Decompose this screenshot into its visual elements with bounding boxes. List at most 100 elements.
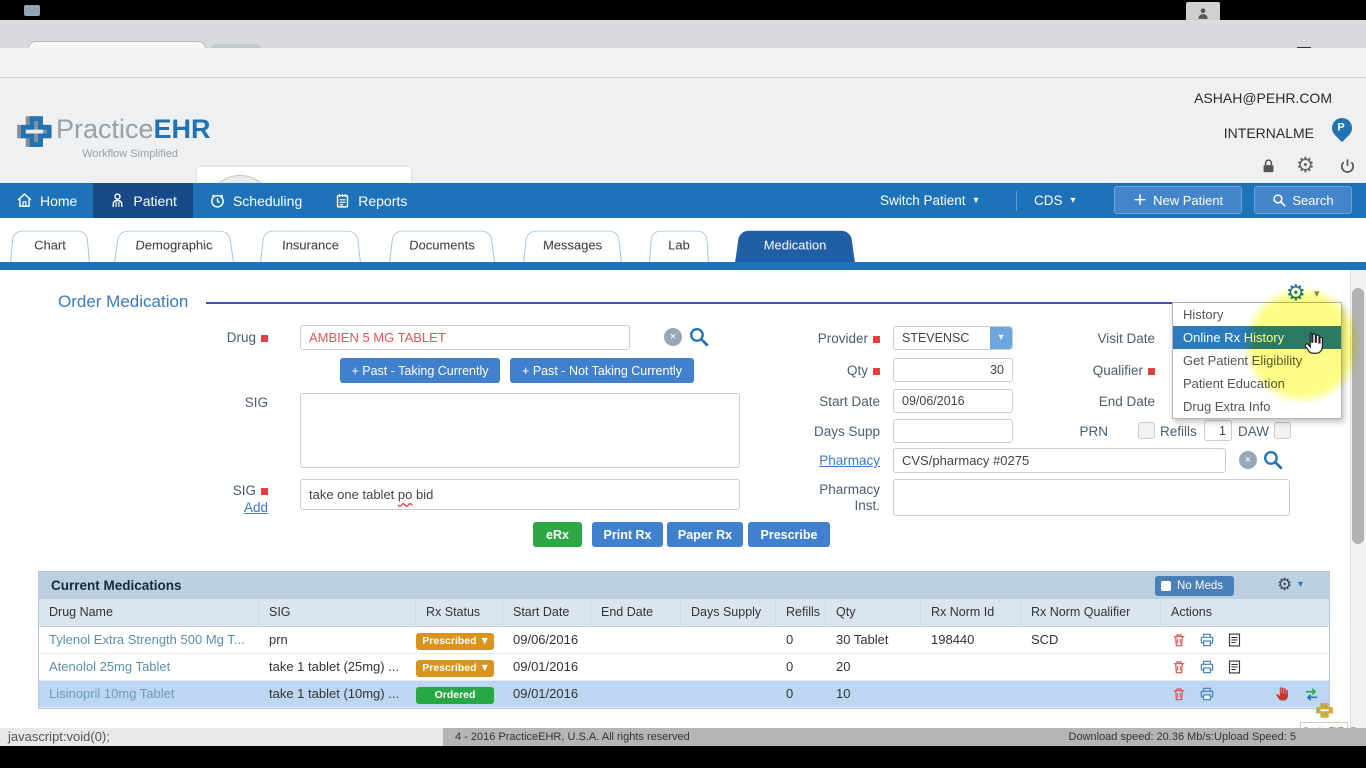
screen: PraticeEHR™ × × https://demo.practiceehr… [0,0,1366,768]
sig-add-link[interactable]: Add [180,500,268,515]
days-supp-input[interactable] [893,419,1013,443]
current-medications-panel: Current Medications No Meds ⚙ ▾ Drug Nam… [38,571,1330,709]
prn-label: PRN [1078,424,1108,439]
status-badge[interactable]: Prescribed▼ [416,660,494,677]
medications-header-row: Drug NameSIG Rx StatusStart Date End Dat… [39,599,1329,627]
tab-insurance[interactable]: Insurance [260,231,361,263]
caret-down-icon: ▼ [482,628,488,653]
medication-row[interactable]: Atenolol 25mg Tablet take 1 tablet (25mg… [39,654,1329,681]
menu-item-patient-education[interactable]: Patient Education [1173,372,1341,395]
settings-gear-icon[interactable]: ⚙ [1296,153,1315,177]
drug-name-link[interactable]: Lisinopril 10mg Tablet [39,681,259,707]
drug-name-link[interactable]: Atenolol 25mg Tablet [39,654,259,680]
medications-gear-caret-icon[interactable]: ▾ [1298,579,1303,590]
switch-patient-menu[interactable]: Switch Patient▾ [880,183,979,218]
new-patient-button[interactable]: +New Patient [1114,186,1242,214]
medication-row-selected[interactable]: Lisinopril 10mg Tablet take 1 tablet (10… [39,681,1329,708]
daw-checkbox[interactable] [1274,422,1291,439]
sig-add-label: SIG [180,483,268,498]
medications-gear-icon[interactable]: ⚙ [1277,575,1292,595]
erx-doc-icon[interactable] [1227,632,1242,648]
practice-name: INTERNALME [1224,125,1314,141]
stop-hand-icon[interactable] [1273,685,1291,703]
erx-doc-icon[interactable] [1227,659,1242,675]
status-badge[interactable]: Ordered [416,687,494,704]
rx-gear-caret-icon[interactable]: ▾ [1314,287,1320,300]
pharmacy-clear-icon[interactable]: × [1239,451,1257,469]
drug-input[interactable] [300,325,630,350]
drug-label: Drug [180,330,268,345]
drug-name-link[interactable]: Tylenol Extra Strength 500 Mg T... [39,627,259,653]
tab-documents[interactable]: Documents [389,231,495,263]
pharmacy-inst-label: PharmacyInst. [790,482,880,514]
browser-tabstrip: PraticeEHR™ × × [0,20,1366,48]
scrollbar-thumb[interactable] [1352,288,1364,544]
print-icon[interactable] [1199,659,1215,675]
visit-date-label: Visit Date [1060,331,1155,346]
tab-lab[interactable]: Lab [649,231,709,263]
past-not-taking-button[interactable]: + Past - Not Taking Currently [510,358,694,383]
browser-urlbar: https://demo.practiceehr.com/iehr/Defaul… [0,48,1366,78]
tab-messages[interactable]: Messages [523,231,622,263]
past-taking-button[interactable]: + Past - Taking Currently [340,358,500,383]
status-badge[interactable]: Prescribed▼ [416,633,494,650]
print-rx-button[interactable]: Print Rx [592,522,663,547]
menu-item-drug-extra-info[interactable]: Drug Extra Info [1173,395,1341,418]
rx-gear-icon[interactable]: ⚙ [1286,281,1306,306]
search-button[interactable]: Search [1254,186,1352,214]
erx-button[interactable]: eRx [533,522,582,547]
patient-icon [109,192,126,209]
qualifier-label: Qualifier [1060,363,1155,378]
cds-menu[interactable]: CDS▾ [1034,183,1076,218]
pharmacy-link[interactable]: Pharmacy [790,453,880,468]
prn-checkbox[interactable] [1138,422,1155,439]
start-date-label: Start Date [770,394,880,409]
pharmacy-inst-textarea[interactable] [893,479,1290,516]
no-meds-button[interactable]: No Meds [1155,576,1234,596]
start-date-input[interactable] [893,389,1013,413]
end-date-label: End Date [1060,394,1155,409]
print-icon[interactable] [1199,686,1215,702]
medication-row[interactable]: Tylenol Extra Strength 500 Mg T... prn P… [39,627,1329,654]
chevron-down-icon: ▾ [1071,195,1076,206]
pharmacy-input[interactable] [893,448,1226,473]
nav-reports[interactable]: Reports [318,183,423,218]
print-icon[interactable] [1199,632,1215,648]
qty-label: Qty [790,363,880,378]
home-icon [16,192,33,209]
nav-home[interactable]: Home [0,183,93,218]
paper-rx-button[interactable]: Paper Rx [667,522,743,547]
provider-select[interactable]: STEVENSC ▾ [893,326,1013,350]
clock-icon [209,192,226,209]
speed-text: Download speed: 20.36 Mb/s:Upload Speed:… [1069,728,1297,746]
menu-item-history[interactable]: History [1173,303,1341,326]
tab-chart[interactable]: Chart [10,231,90,263]
required-marker [261,335,268,342]
delete-icon[interactable] [1171,659,1187,675]
tab-demographic[interactable]: Demographic [114,231,234,263]
sig-input[interactable]: take one tablet po bid [300,479,740,510]
refills-input[interactable] [1204,420,1232,441]
lock-icon[interactable] [1260,158,1277,175]
qty-input[interactable] [893,358,1013,382]
pharmacy-search-icon[interactable] [1262,449,1283,470]
drug-search-icon[interactable] [688,326,709,347]
delete-icon[interactable] [1171,686,1187,702]
nav-divider [1016,191,1017,211]
medications-title: Current Medications [39,578,182,593]
search-icon [1272,193,1286,207]
tab-medication[interactable]: Medication [735,231,855,263]
user-email: ASHAH@PEHR.COM [1194,90,1332,106]
sig-textarea[interactable] [300,393,740,468]
power-icon[interactable] [1339,158,1356,175]
location-pin-icon[interactable]: P [1328,114,1356,142]
prescribe-button[interactable]: Prescribe [748,522,830,547]
drug-clear-icon[interactable]: × [664,328,682,346]
nav-scheduling[interactable]: Scheduling [193,183,318,218]
window-icon [24,5,40,16]
window-titlebar [0,0,1366,20]
delete-icon[interactable] [1171,632,1187,648]
nav-patient[interactable]: Patient [93,183,193,218]
select-caret-icon[interactable]: ▾ [990,327,1012,349]
cursor-hand-icon [1300,330,1327,357]
